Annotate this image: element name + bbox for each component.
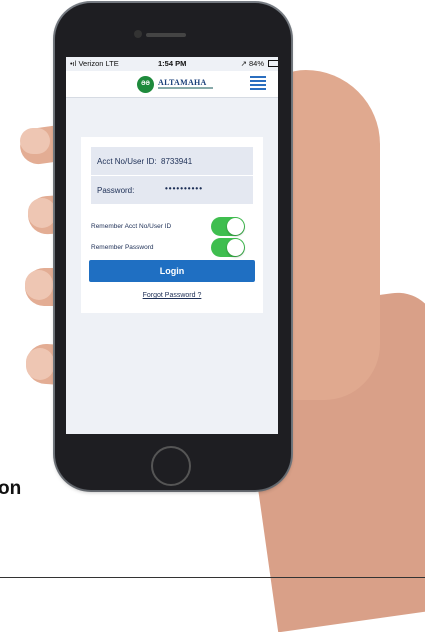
acct-value: 8733941 bbox=[161, 157, 193, 166]
login-button[interactable]: Login bbox=[89, 260, 255, 282]
bottom-divider bbox=[0, 577, 425, 578]
fingernail bbox=[25, 270, 53, 300]
toggle-knob bbox=[227, 239, 244, 256]
acct-field[interactable]: Acct No/User ID: 8733941 bbox=[91, 147, 253, 175]
password-field[interactable]: Password: •••••••••• bbox=[91, 176, 253, 204]
forgot-password-link[interactable]: Forgot Password ? bbox=[81, 292, 263, 299]
battery-icon bbox=[268, 60, 278, 67]
fingernail bbox=[28, 198, 56, 228]
remember-password-toggle[interactable] bbox=[211, 238, 245, 257]
logo-tagline bbox=[158, 87, 213, 89]
home-button[interactable] bbox=[151, 446, 191, 486]
fingernail bbox=[20, 128, 50, 154]
status-bar: •ıl Verizon LTE 1:54 PM ↗ 84% bbox=[66, 57, 278, 71]
app-header: ƏƏ ALTAMAHA bbox=[66, 71, 278, 98]
battery-label: ↗ 84% bbox=[240, 59, 264, 68]
altamaha-logo-icon: ƏƏ bbox=[137, 76, 154, 93]
front-camera-icon bbox=[134, 30, 142, 38]
cropped-side-text: on bbox=[0, 478, 22, 499]
remember-password-label: Remember Password bbox=[91, 244, 154, 251]
hamburger-menu-icon[interactable] bbox=[250, 76, 266, 92]
fingernail bbox=[26, 348, 54, 380]
remember-acct-toggle[interactable] bbox=[211, 217, 245, 236]
remember-acct-row: Remember Acct No/User ID bbox=[91, 217, 253, 237]
remember-password-row: Remember Password bbox=[91, 238, 253, 258]
carrier-label: •ıl Verizon LTE bbox=[70, 59, 119, 68]
toggle-knob bbox=[227, 218, 244, 235]
remember-acct-label: Remember Acct No/User ID bbox=[91, 223, 172, 230]
earpiece-speaker bbox=[146, 33, 186, 37]
password-label: Password: bbox=[97, 186, 135, 195]
password-value: •••••••••• bbox=[165, 184, 204, 193]
acct-label: Acct No/User ID: bbox=[97, 157, 157, 166]
phone-screen: •ıl Verizon LTE 1:54 PM ↗ 84% ƏƏ ALTAMAH… bbox=[66, 57, 278, 434]
login-card: Acct No/User ID: 8733941 Password: •••••… bbox=[81, 137, 263, 313]
clock-label: 1:54 PM bbox=[158, 59, 187, 68]
logo-text: ALTAMAHA bbox=[158, 78, 207, 87]
